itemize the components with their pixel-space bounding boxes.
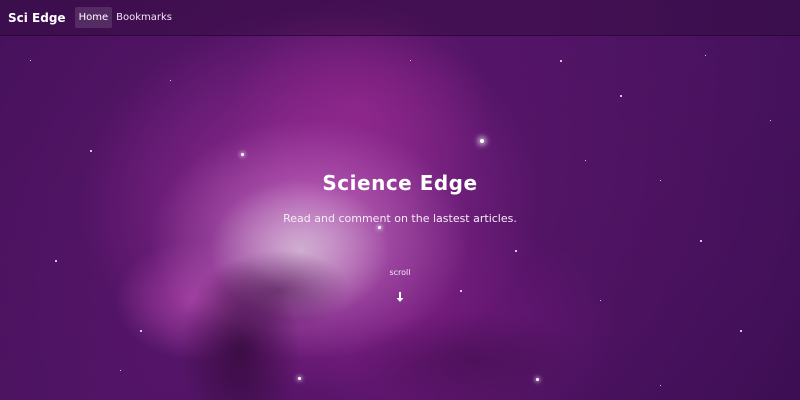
nav-link-home[interactable]: Home [74,7,113,28]
nav-links: Home Bookmarks [74,7,176,28]
brand-logo[interactable]: Sci Edge [8,11,66,25]
star [560,60,562,62]
star [705,55,706,56]
star [536,378,539,381]
navbar: Sci Edge Home Bookmarks [0,0,800,36]
star [740,330,742,332]
hero-title: Science Edge [322,171,478,195]
star [378,226,381,229]
star [770,120,771,121]
star [90,150,92,152]
star [700,240,702,242]
star [600,300,601,301]
background-overlay [0,0,800,400]
star [55,260,57,262]
star [241,153,244,156]
star [660,385,661,386]
nav-link-bookmarks[interactable]: Bookmarks [112,7,176,28]
star [410,60,411,61]
star [30,60,31,61]
star [620,95,622,97]
star [480,139,484,143]
star [585,160,586,161]
star [460,290,462,292]
star [140,330,142,332]
page: Sci Edge Home Bookmarks Science Edge Rea… [0,0,800,400]
star [298,377,301,380]
star [515,250,517,252]
scroll-label: scroll [389,268,411,277]
hero-subtitle: Read and comment on the lastest articles… [283,212,517,225]
star [120,370,121,371]
star [170,80,171,81]
arrow-down-icon[interactable] [393,290,407,304]
